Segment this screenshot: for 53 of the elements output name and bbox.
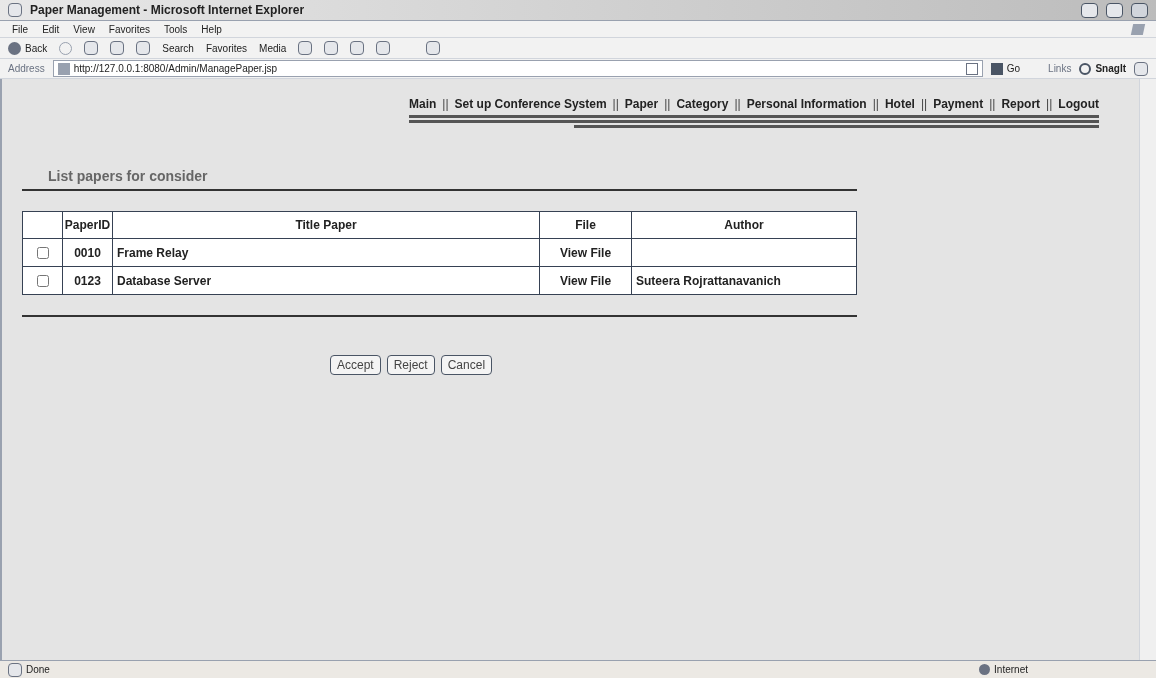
menu-item[interactable]: Help xyxy=(201,21,222,37)
nav-separator: || xyxy=(1046,96,1053,113)
section-heading: List papers for consider xyxy=(47,167,209,186)
links-label[interactable]: Links xyxy=(1048,61,1072,76)
form-button[interactable]: Cancel xyxy=(440,355,493,375)
nav-link[interactable]: Category xyxy=(676,95,729,113)
nav-link[interactable]: Main xyxy=(408,95,437,113)
close-button[interactable] xyxy=(1131,2,1148,18)
nav-separator: || xyxy=(872,96,879,113)
window-title: Paper Management - Microsoft Internet Explorer xyxy=(30,2,305,19)
table-cell: Frame Relay xyxy=(112,238,540,267)
form-button[interactable]: Accept xyxy=(330,355,381,375)
menu-item[interactable]: Favorites xyxy=(108,21,150,37)
menu-item[interactable]: Tools xyxy=(164,21,188,37)
nav-link[interactable]: Personal Information xyxy=(746,95,867,113)
table-cell: 0123 xyxy=(62,266,113,295)
favorites-button[interactable]: Favorites xyxy=(205,40,248,56)
nav-separator: || xyxy=(920,96,928,113)
row-checkbox[interactable] xyxy=(36,247,49,260)
column-header: Author xyxy=(631,211,857,239)
nav-link[interactable]: Logout xyxy=(1058,95,1099,113)
nav-separator: || xyxy=(664,96,671,113)
snagit-button[interactable]: SnagIt xyxy=(1079,61,1126,76)
minimize-button[interactable] xyxy=(1081,2,1098,18)
menu-item[interactable]: View xyxy=(73,21,95,37)
column-header: File xyxy=(539,211,632,239)
search-button[interactable]: Search xyxy=(162,40,194,56)
table-cell: Database Server xyxy=(112,266,540,295)
nav-link[interactable]: Set up Conference System xyxy=(454,95,607,113)
status-text: Done xyxy=(26,663,50,677)
nav-link[interactable]: Hotel xyxy=(884,95,915,113)
nav-link[interactable]: Report xyxy=(1001,95,1041,113)
column-header: Title Paper xyxy=(112,211,540,239)
back-button[interactable]: Back xyxy=(8,40,48,56)
globe-icon xyxy=(979,664,991,675)
nav-separator: || xyxy=(442,96,449,113)
nav-link[interactable]: Payment xyxy=(933,95,984,113)
table-cell: Suteera Rojrattanavanich xyxy=(636,273,781,288)
nav-separator: || xyxy=(734,96,741,113)
menu-item[interactable]: File xyxy=(12,21,29,37)
row-checkbox[interactable] xyxy=(36,275,49,288)
nav-link[interactable]: Paper xyxy=(624,95,659,113)
zone-text: Internet xyxy=(994,663,1028,677)
form-button[interactable]: Reject xyxy=(386,355,435,375)
go-button[interactable]: Go xyxy=(990,61,1021,76)
column-header: PaperID xyxy=(62,211,113,239)
table-cell: 0010 xyxy=(62,238,113,267)
address-label: Address xyxy=(8,62,45,76)
address-field[interactable]: http://127.0.0.1:8080/Admin/ManagePaper.jsp xyxy=(52,60,983,77)
media-button[interactable]: Media xyxy=(259,40,287,56)
nav-separator: || xyxy=(612,96,619,113)
menu-item[interactable]: Edit xyxy=(42,21,60,37)
nav-separator: || xyxy=(989,96,996,113)
